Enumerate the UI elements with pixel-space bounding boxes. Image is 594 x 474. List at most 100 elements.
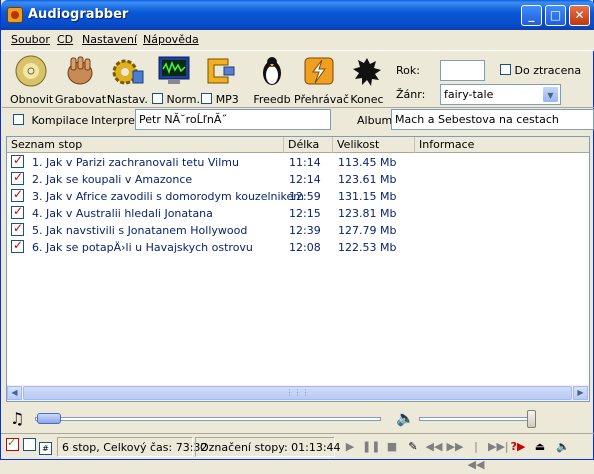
status-summary: 6 stop, Celkový čas: 73:32 bbox=[57, 437, 207, 457]
volume-slider[interactable] bbox=[419, 417, 535, 421]
volume-slider-handle[interactable] bbox=[527, 410, 536, 428]
select-none-icon[interactable] bbox=[22, 438, 36, 451]
year-label: Rok: bbox=[396, 64, 420, 77]
column-header-size[interactable]: Velikost bbox=[333, 137, 415, 153]
cd-icon bbox=[13, 55, 49, 87]
player-button[interactable]: Přehrávač bbox=[294, 55, 349, 106]
column-header-length[interactable]: Délka bbox=[284, 137, 333, 153]
minimize-button[interactable]: _ bbox=[521, 5, 542, 26]
mp3-label: MP3 bbox=[215, 93, 239, 106]
track-checkbox[interactable] bbox=[11, 170, 24, 185]
chevron-down-icon[interactable]: ▼ bbox=[542, 86, 559, 103]
menu-cd[interactable]: CD bbox=[57, 33, 73, 46]
rewind-icon[interactable]: ◀◀ bbox=[425, 438, 443, 456]
close-button[interactable]: ✕ bbox=[569, 5, 590, 26]
track-length: 12:14 bbox=[289, 173, 321, 186]
track-checkbox[interactable] bbox=[11, 238, 24, 253]
fast-forward-icon[interactable]: ▶▶ bbox=[446, 438, 464, 456]
menu-soubor[interactable]: Soubor bbox=[11, 33, 50, 46]
column-header-info[interactable]: Informace bbox=[415, 137, 589, 153]
next-track-icon[interactable]: ▶▶| bbox=[488, 438, 509, 456]
refresh-button[interactable]: Obnovit bbox=[10, 55, 54, 106]
track-title: 4. Jak v Australii hledali Jonatana bbox=[32, 207, 213, 220]
grab-button[interactable]: Grabovat! bbox=[55, 55, 110, 106]
track-title: 1. Jak v Parizi zachranovali tetu Vilmu bbox=[32, 156, 239, 169]
track-title: 6. Jak se potapÄ›li u Havajskych ostrovu bbox=[32, 241, 253, 254]
horizontal-scrollbar[interactable]: ◀ ⋮⋮⋮ ▶ bbox=[7, 385, 589, 401]
lost-checkbox[interactable] bbox=[500, 64, 511, 75]
track-checkbox[interactable] bbox=[11, 221, 24, 236]
maximize-button[interactable]: □ bbox=[545, 5, 566, 26]
table-row[interactable]: 1. Jak v Parizi zachranovali tetu Vilmu … bbox=[7, 153, 589, 171]
track-size: 123.81 Mb bbox=[338, 207, 397, 220]
compilation-checkbox[interactable] bbox=[13, 114, 24, 125]
position-slider-handle[interactable] bbox=[37, 413, 61, 424]
table-row[interactable]: 5. Jak navstivili s Jonatanem Hollywood … bbox=[7, 221, 589, 239]
status-bar: # 6 stop, Celkový čas: 73:32 Označení st… bbox=[1, 433, 594, 471]
track-checkbox[interactable] bbox=[11, 153, 24, 168]
settings-button[interactable]: Nastav. bbox=[107, 55, 148, 106]
music-notes-icon: ♫ bbox=[10, 409, 25, 428]
track-list[interactable]: Seznam stop Délka Velikost Informace 1. … bbox=[6, 136, 590, 402]
menu-nastaveni[interactable]: Nastavení bbox=[82, 33, 137, 46]
app-window: Audiograbber _ □ ✕ Soubor CD Nastavení N… bbox=[0, 0, 594, 471]
mp3-clamp-icon bbox=[202, 55, 238, 87]
norm-checkbox[interactable] bbox=[152, 93, 163, 104]
menu-napoveda[interactable]: Nápověda bbox=[143, 33, 199, 46]
genre-label: Žánr: bbox=[396, 88, 426, 101]
previous-track-icon[interactable]: |◀◀ bbox=[467, 438, 485, 471]
record-icon[interactable]: ✎ bbox=[404, 438, 422, 456]
pause-icon[interactable]: ❚❚ bbox=[362, 438, 380, 456]
track-length: 12:39 bbox=[289, 224, 321, 237]
table-row[interactable]: 4. Jak v Australii hledali Jonatana 12:1… bbox=[7, 204, 589, 222]
track-list-header: Seznam stop Délka Velikost Informace bbox=[7, 137, 589, 153]
genre-value: fairy-tale bbox=[444, 88, 494, 101]
track-size: 113.45 Mb bbox=[338, 156, 397, 169]
track-title: 2. Jak se koupali v Amazonce bbox=[32, 173, 193, 186]
album-input[interactable]: Mach a Sebestova na cestach bbox=[391, 109, 594, 130]
artist-label: Interpret bbox=[91, 114, 140, 127]
mp3-button[interactable]: MP3 bbox=[200, 55, 240, 106]
play-icon[interactable]: ▶ bbox=[341, 438, 359, 456]
scroll-left-icon[interactable]: ◀ bbox=[7, 386, 22, 400]
title-bar[interactable]: Audiograbber _ □ ✕ bbox=[1, 0, 594, 30]
exit-splat-icon bbox=[349, 55, 385, 87]
lost-label: Do ztracena bbox=[514, 64, 582, 77]
year-input[interactable] bbox=[440, 60, 485, 81]
mp3-checkbox[interactable] bbox=[201, 93, 213, 104]
table-row[interactable]: 2. Jak se koupali v Amazonce 12:14 123.6… bbox=[7, 170, 589, 188]
scrollbar-thumb[interactable]: ⋮⋮⋮ bbox=[23, 386, 572, 400]
position-slider[interactable] bbox=[35, 417, 381, 421]
scroll-right-icon[interactable]: ▶ bbox=[573, 386, 588, 400]
track-checkbox[interactable] bbox=[11, 204, 24, 219]
volume-icon[interactable]: 🔈 bbox=[554, 438, 572, 456]
exit-button[interactable]: Konec bbox=[349, 55, 385, 106]
grab-hand-icon bbox=[62, 55, 98, 87]
track-checkbox[interactable] bbox=[11, 187, 24, 202]
column-header-tracks[interactable]: Seznam stop bbox=[7, 137, 284, 153]
track-length: 11:14 bbox=[289, 156, 321, 169]
menu-bar: Soubor CD Nastavení Nápověda bbox=[2, 30, 594, 50]
winamp-bolt-icon bbox=[301, 55, 337, 87]
table-row[interactable]: 3. Jak v Africe zavodili s domorodym kou… bbox=[7, 187, 589, 205]
artist-input[interactable]: Petr NĂ˘roĹľnĂ˝ bbox=[135, 109, 331, 130]
speaker-icon: 🔈 bbox=[396, 409, 415, 427]
freedb-label: Freedb bbox=[253, 93, 291, 106]
table-row[interactable]: 6. Jak se potapÄ›li u Havajskych ostrovu… bbox=[7, 238, 589, 256]
eject-icon[interactable]: ⏏ bbox=[531, 438, 549, 456]
normalize-button[interactable]: Norm. bbox=[152, 55, 200, 106]
track-length: 12:15 bbox=[289, 207, 321, 220]
settings-gear-icon bbox=[109, 55, 145, 87]
random-play-icon[interactable]: ?▶ bbox=[509, 438, 527, 456]
refresh-label: Obnovit bbox=[10, 93, 54, 106]
genre-select[interactable]: fairy-tale ▼ bbox=[440, 84, 561, 105]
toolbar: Obnovit Grabovat! Nastav. Norm. MP3 Free… bbox=[2, 50, 594, 108]
invert-selection-icon[interactable]: # bbox=[39, 442, 52, 455]
album-info-bar: Kompilace Interpret Petr NĂ˘roĹľnĂ˝ Albu… bbox=[2, 108, 594, 133]
freedb-button[interactable]: Freedb bbox=[252, 55, 292, 106]
select-all-icon[interactable] bbox=[6, 436, 19, 451]
norm-label: Norm. bbox=[166, 93, 201, 106]
track-length: 12:59 bbox=[289, 190, 321, 203]
stop-icon[interactable]: ■ bbox=[383, 438, 401, 456]
track-size: 122.53 Mb bbox=[338, 241, 397, 254]
